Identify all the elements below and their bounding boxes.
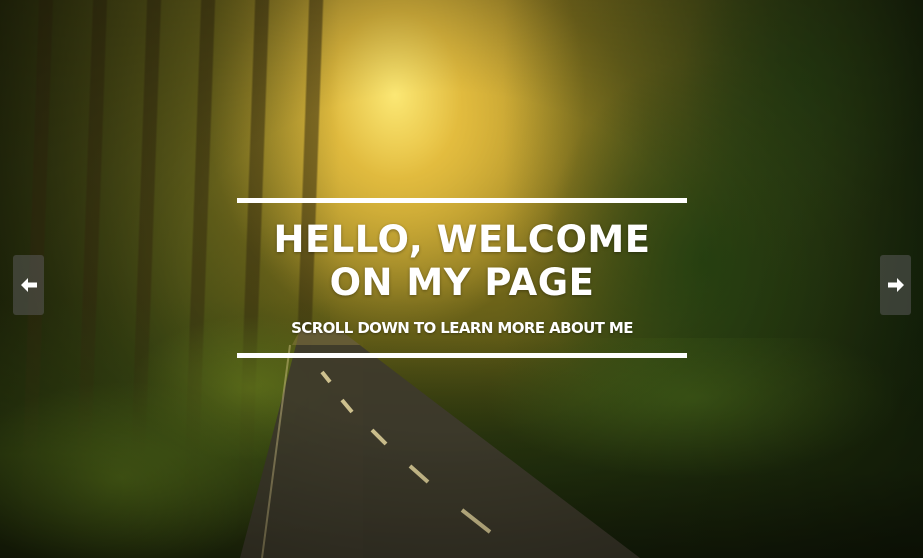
page-title: HELLO, WELCOME ON MY PAGE [237, 218, 687, 304]
welcome-banner: HELLO, WELCOME ON MY PAGE SCROLL DOWN TO… [237, 198, 687, 360]
top-rule [237, 198, 687, 203]
carousel-next-button[interactable] [880, 255, 911, 315]
hero-section: HELLO, WELCOME ON MY PAGE SCROLL DOWN TO… [0, 0, 923, 558]
title-line-2: ON MY PAGE [329, 261, 595, 304]
carousel-prev-button[interactable] [13, 255, 44, 315]
title-line-1: HELLO, WELCOME [273, 218, 651, 261]
bottom-rule [237, 353, 687, 358]
arrow-left-icon [20, 277, 38, 293]
arrow-right-icon [887, 277, 905, 293]
scroll-hint: SCROLL DOWN TO LEARN MORE ABOUT ME [291, 319, 633, 337]
